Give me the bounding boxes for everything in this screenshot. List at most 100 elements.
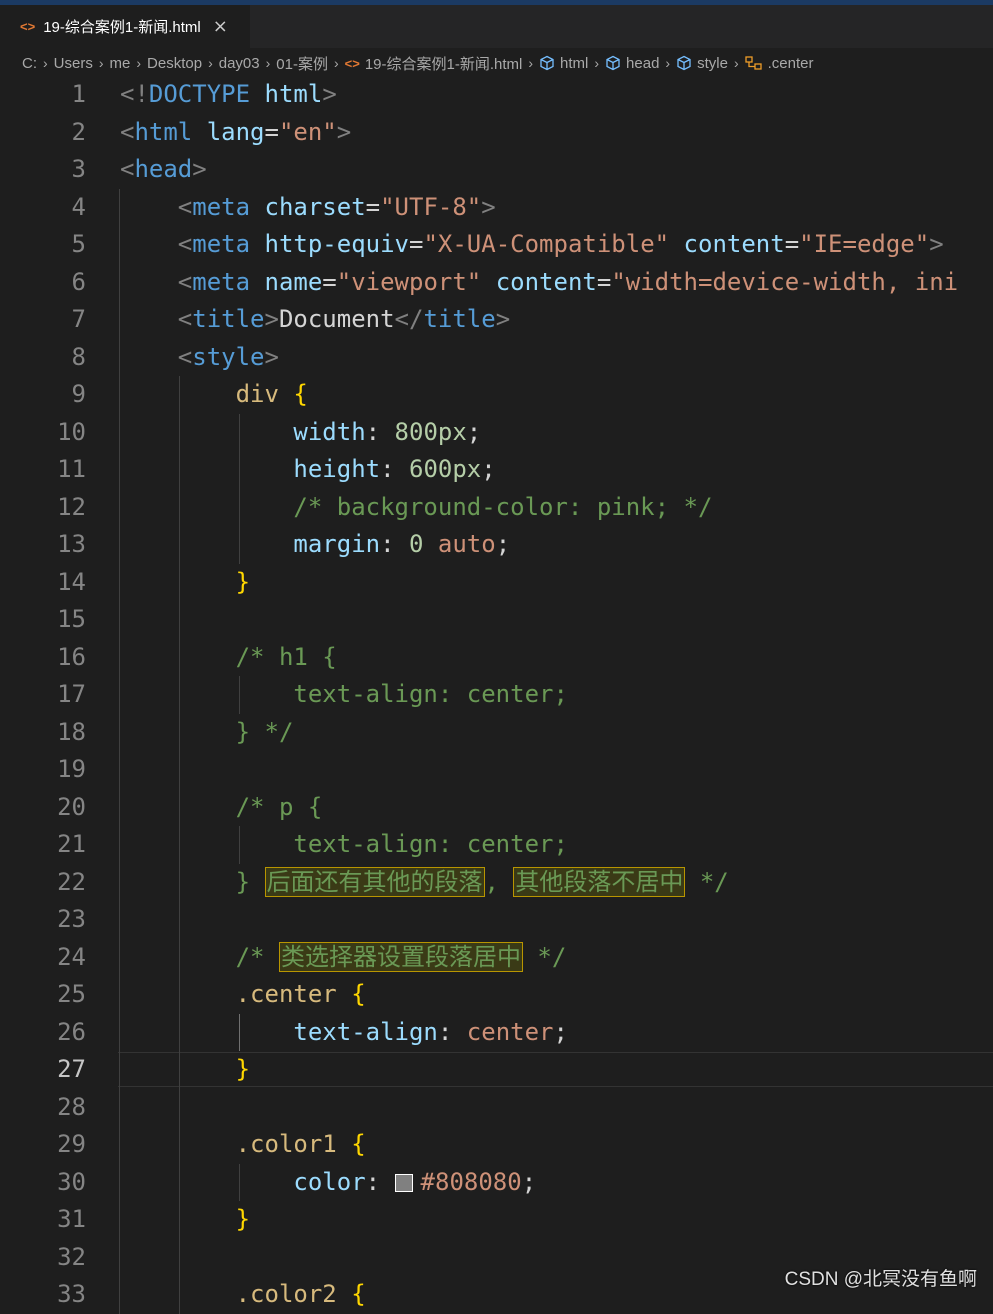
code-token: http-equiv (264, 230, 410, 258)
code-token: { (293, 380, 308, 408)
code-line[interactable]: 5 <meta http-equiv="X-UA-Compatible" con… (0, 226, 993, 264)
code-line[interactable]: 22 } 后面还有其他的段落, 其他段落不居中 */ (0, 864, 993, 902)
line-number: 2 (71, 117, 86, 146)
code-token: 600px (409, 455, 482, 483)
code-line[interactable]: 16 /* h1 { (0, 639, 993, 677)
editor-tab[interactable]: <> 19-综合案例1-新闻.html × (0, 5, 250, 48)
code-token: 0 (409, 530, 424, 558)
code-token: : (365, 1167, 395, 1196)
code-token: meta (192, 230, 251, 258)
code-token: ; (495, 530, 511, 558)
code-token: "UTF-8" (380, 192, 482, 221)
code-line[interactable]: 28 (0, 1089, 993, 1127)
line-number: 6 (71, 267, 86, 296)
breadcrumb-item[interactable]: style (676, 55, 728, 72)
code-text: /* 类选择器设置段落居中 */ (120, 939, 566, 977)
code-line[interactable]: 8 <style> (0, 339, 993, 377)
html-file-icon: <> (344, 55, 360, 71)
code-line[interactable]: 15 (0, 601, 993, 639)
tab-title: 19-综合案例1-新闻.html (43, 19, 201, 36)
code-token: > (495, 305, 511, 333)
line-number: 7 (71, 305, 86, 333)
close-icon[interactable]: × (213, 16, 228, 37)
code-token: > (336, 117, 352, 146)
code-token: height (293, 455, 381, 483)
breadcrumb-item[interactable]: html (539, 55, 588, 72)
code-line[interactable]: 1 <!DOCTYPE html> (0, 76, 993, 114)
code-line[interactable]: 31 } (0, 1201, 993, 1239)
line-number: 31 (57, 1205, 86, 1233)
code-text: <meta http-equiv="X-UA-Compatible" conte… (120, 226, 944, 264)
code-line[interactable]: 26 text-align: center; (0, 1014, 993, 1052)
code-line[interactable]: 10 width: 800px; (0, 414, 993, 452)
code-line[interactable]: 17 text-align: center; (0, 676, 993, 714)
code-text: <head> (120, 151, 207, 189)
code-line[interactable]: 7 <title>Document</title> (0, 301, 993, 339)
code-line[interactable]: 12 /* background-color: pink; */ (0, 489, 993, 527)
code-line[interactable]: 14 } (0, 564, 993, 602)
code-text: color: #808080; (120, 1164, 536, 1202)
line-number: 32 (57, 1242, 86, 1271)
code-line[interactable]: 27 } (0, 1051, 993, 1089)
code-line[interactable]: 11 height: 600px; (0, 451, 993, 489)
breadcrumb-label: html (560, 54, 589, 72)
breadcrumb-item[interactable]: Users (54, 55, 93, 72)
code-token: .color2 (235, 1280, 337, 1308)
code-token: title (192, 305, 265, 333)
breadcrumb-label: head (626, 54, 660, 72)
code-token: } (235, 1055, 251, 1083)
code-token: color (293, 1167, 366, 1196)
code-line[interactable]: 25 .center { (0, 976, 993, 1014)
code-token: ; (481, 455, 496, 483)
code-token: content (683, 230, 785, 258)
code-token: } (235, 867, 265, 896)
code-line[interactable]: 19 (0, 751, 993, 789)
breadcrumb-label: .center (767, 54, 814, 72)
breadcrumb-item[interactable]: Desktop (147, 55, 202, 72)
breadcrumb-item[interactable]: head (605, 55, 659, 72)
breadcrumb-item[interactable]: .center (744, 54, 814, 72)
code-line[interactable]: 4 <meta charset="UTF-8"> (0, 189, 993, 227)
code-token: = (409, 230, 424, 258)
code-line[interactable]: 29 .color1 { (0, 1126, 993, 1164)
code-line[interactable]: 18 } */ (0, 714, 993, 752)
code-text: /* p { (120, 789, 323, 827)
code-token: title (423, 305, 496, 333)
code-line[interactable]: 13 margin: 0 auto; (0, 526, 993, 564)
breadcrumb-item[interactable]: day03 (219, 55, 260, 72)
code-token: , (484, 867, 514, 896)
code-token: #808080 (420, 1167, 522, 1196)
code-text: .center { (120, 976, 366, 1014)
code-text: <!DOCTYPE html> (120, 76, 337, 114)
code-line[interactable]: 2 <html lang="en"> (0, 114, 993, 152)
code-line[interactable]: 9 div { (0, 376, 993, 414)
code-editor[interactable]: 1 <!DOCTYPE html> 2 <html lang="en"> 3 <head>… (0, 75, 993, 1314)
code-line[interactable]: 6 <meta name="viewport" content="width=d… (0, 264, 993, 302)
breadcrumb-item[interactable]: C: (22, 55, 37, 72)
code-text: } (120, 1201, 250, 1239)
code-token: > (264, 342, 279, 371)
code-line[interactable]: 3 <head> (0, 151, 993, 189)
code-text: } */ (120, 714, 294, 752)
color-swatch[interactable] (394, 1173, 413, 1192)
code-line[interactable]: 23 (0, 901, 993, 939)
code-token: text-align: center; (293, 680, 568, 708)
breadcrumb-item[interactable]: me (110, 55, 131, 72)
code-line[interactable]: 30 color: #808080; (0, 1164, 993, 1202)
code-token: = (365, 192, 381, 221)
line-number: 20 (57, 792, 86, 821)
code-token: charset (264, 192, 366, 221)
code-text: text-align: center; (120, 1014, 568, 1052)
code-line[interactable]: 24 /* 类选择器设置段落居中 */ (0, 939, 993, 977)
code-line[interactable]: 21 text-align: center; (0, 826, 993, 864)
breadcrumb-item[interactable]: 01-案例 (276, 53, 328, 74)
breadcrumb-item[interactable]: <> 19-综合案例1-新闻.html (345, 53, 523, 74)
code-line[interactable]: 20 /* p { (0, 789, 993, 827)
code-token: html (264, 80, 323, 108)
code-token: > (929, 230, 944, 258)
